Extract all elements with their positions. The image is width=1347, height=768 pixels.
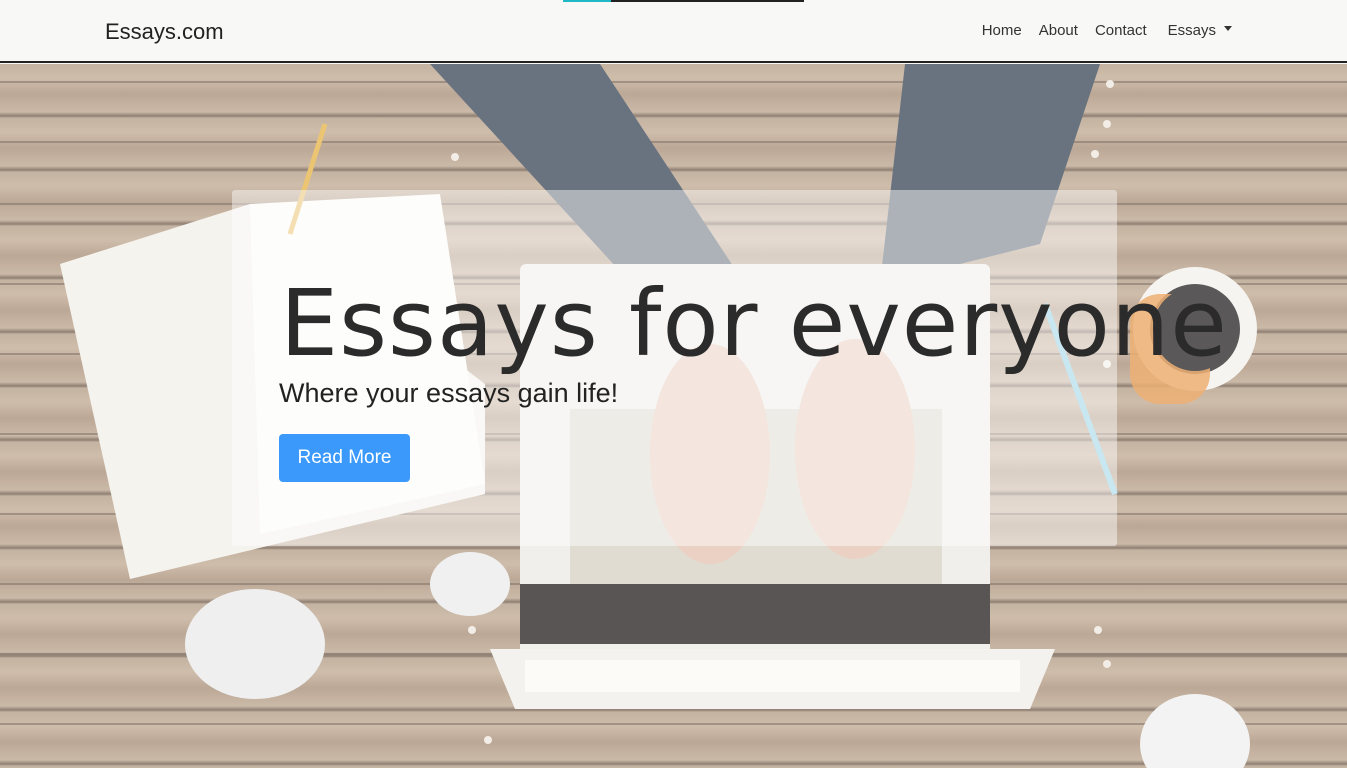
caret-down-icon [1224,26,1232,31]
jumbotron: Essays for everyone Where your essays ga… [232,190,1227,546]
top-progress-bar [563,0,804,2]
brand-link[interactable]: Essays.com [105,19,224,45]
nav-essays-label: Essays [1167,22,1216,39]
nav-home-link[interactable]: Home [982,22,1022,39]
navbar: Essays.com Home About Contact Essays [0,0,1347,63]
hero-subtitle: Where your essays gain life! [279,378,619,408]
read-more-button[interactable]: Read More [279,434,410,482]
nav-links: Home About Contact Essays [965,22,1232,39]
nav-about-link[interactable]: About [1039,22,1078,39]
hero-title: Essays for everyone [280,270,1228,377]
top-progress-fill [563,0,612,2]
hero-section: Essays for everyone Where your essays ga… [0,64,1347,768]
nav-essays-dropdown[interactable]: Essays [1168,22,1232,39]
nav-contact-link[interactable]: Contact [1095,22,1147,39]
